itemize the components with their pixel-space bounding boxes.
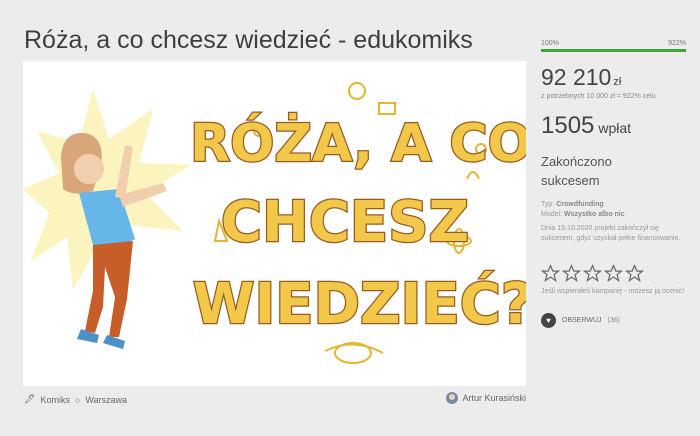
amount-value: 92 210 <box>541 64 612 90</box>
star-icon[interactable] <box>541 264 560 283</box>
follow-button[interactable]: ♥ OBSERWUJ (36) <box>541 313 686 328</box>
progress-labels: 100% 922% <box>541 40 686 47</box>
funding-panel: 100% 922% 92 210 zł z potrzebnych 10 000 … <box>541 40 686 328</box>
finished-text: Dnia 15.10.2020 projekt zakończył się su… <box>541 225 681 242</box>
type-value: Crowdfunding <box>556 201 604 208</box>
progress-start-label: 100% <box>541 40 559 47</box>
author-meta[interactable]: Artur Kurasiński <box>446 392 526 404</box>
progress-bar-fill <box>541 49 686 52</box>
hero-line-3: WIEDZIEĆ? <box>193 272 526 337</box>
star-icon[interactable] <box>562 264 581 283</box>
backers-label: wpłat <box>598 120 632 136</box>
model-value: Wszystko albo nic <box>563 211 625 218</box>
location-label[interactable]: Warszawa <box>85 395 127 405</box>
project-cover-image: RÓŻA, A CO CHCESZ WIEDZIEĆ? <box>23 61 526 386</box>
backers: 1505 wpłat <box>541 112 686 140</box>
rating-stars[interactable] <box>541 264 686 283</box>
backers-count: 1505 <box>541 112 595 139</box>
star-icon[interactable] <box>604 264 623 283</box>
campaign-info: Typ: Crowdfunding Model: Wszystko albo n… <box>541 200 686 244</box>
page-title: Róża, a co chcesz wiedzieć - edukomiks <box>24 26 473 54</box>
avatar <box>446 392 459 404</box>
model-label: Model: <box>541 211 563 218</box>
hero-line-2: CHCESZ <box>221 190 469 255</box>
heart-icon[interactable]: ♥ <box>541 313 556 328</box>
category-label[interactable]: Komiks <box>40 395 70 405</box>
progress-bar <box>541 49 686 52</box>
rating-note: Jeśli wspierałeś kampanię - możesz ją oc… <box>541 288 685 295</box>
campaign-status: Zakończono sukcesem <box>541 154 612 188</box>
progress-end-label: 922% <box>668 40 686 47</box>
project-meta: 🖋 Komiks ○ Warszawa <box>24 394 127 405</box>
star-icon[interactable] <box>583 264 602 283</box>
follow-label[interactable]: OBSERWUJ <box>562 317 602 324</box>
goal-text: z potrzebnych 10 000 zł = 922% celu <box>541 93 656 100</box>
amount-currency: zł <box>613 76 622 88</box>
pin-icon: 🖋 <box>24 394 36 404</box>
hero-line-1: RÓŻA, A CO <box>190 112 526 174</box>
map-pin-icon: ○ <box>74 394 81 405</box>
author-name[interactable]: Artur Kurasiński <box>462 393 526 403</box>
type-label: Typ: <box>541 201 555 208</box>
amount-raised: 92 210 zł <box>541 64 686 91</box>
follow-count: (36) <box>607 317 620 324</box>
star-icon[interactable] <box>625 264 644 283</box>
